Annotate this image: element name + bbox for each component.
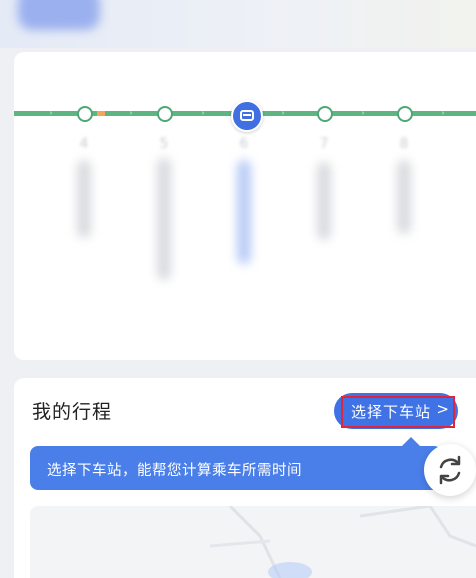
stop-name-6-blurred[interactable] xyxy=(237,160,251,264)
stop-number-4: 4 xyxy=(79,136,89,152)
direction-arrow-icon: › xyxy=(129,109,133,117)
route-segment-highlight xyxy=(97,111,105,116)
tip-text: 选择下车站，能帮您计算乘车所需时间 xyxy=(47,463,302,479)
stop-dot-4[interactable] xyxy=(77,106,93,122)
select-alight-stop-label: 选择下车站 xyxy=(351,403,432,421)
select-alight-stop-button[interactable]: 选择下车站 > xyxy=(334,393,458,429)
direction-arrow-icon: › xyxy=(49,109,53,117)
stop-dot-8[interactable] xyxy=(397,106,413,122)
bus-icon[interactable] xyxy=(231,100,263,132)
chevron-right-icon: > xyxy=(436,400,449,418)
refresh-icon xyxy=(439,455,461,485)
direction-arrow-icon: › xyxy=(361,109,365,117)
direction-arrow-icon: › xyxy=(201,109,205,117)
stop-name-8-blurred[interactable] xyxy=(397,160,411,234)
stop-number-8: 8 xyxy=(399,136,409,152)
direction-arrow-icon: › xyxy=(441,109,445,117)
stop-name-5-blurred[interactable] xyxy=(157,158,171,280)
stop-number-7: 7 xyxy=(319,136,329,152)
header-tab-blurred xyxy=(18,0,100,30)
stop-name-7-blurred[interactable] xyxy=(317,162,331,240)
tip-pointer xyxy=(402,437,420,446)
direction-arrow-icon: › xyxy=(281,109,285,117)
stop-dot-7[interactable] xyxy=(317,106,333,122)
top-header-strip xyxy=(0,0,476,48)
tip-banner: 选择下车站，能帮您计算乘车所需时间 xyxy=(30,446,442,490)
map-roads xyxy=(209,506,476,578)
refresh-button[interactable] xyxy=(424,444,476,496)
stop-name-4-blurred[interactable] xyxy=(77,160,91,238)
map-area[interactable] xyxy=(30,506,476,578)
stop-number-5: 5 xyxy=(159,136,169,152)
trip-title: 我的行程 xyxy=(32,401,113,423)
stop-number-6: 6 xyxy=(239,136,249,152)
stop-dot-5[interactable] xyxy=(157,106,173,122)
